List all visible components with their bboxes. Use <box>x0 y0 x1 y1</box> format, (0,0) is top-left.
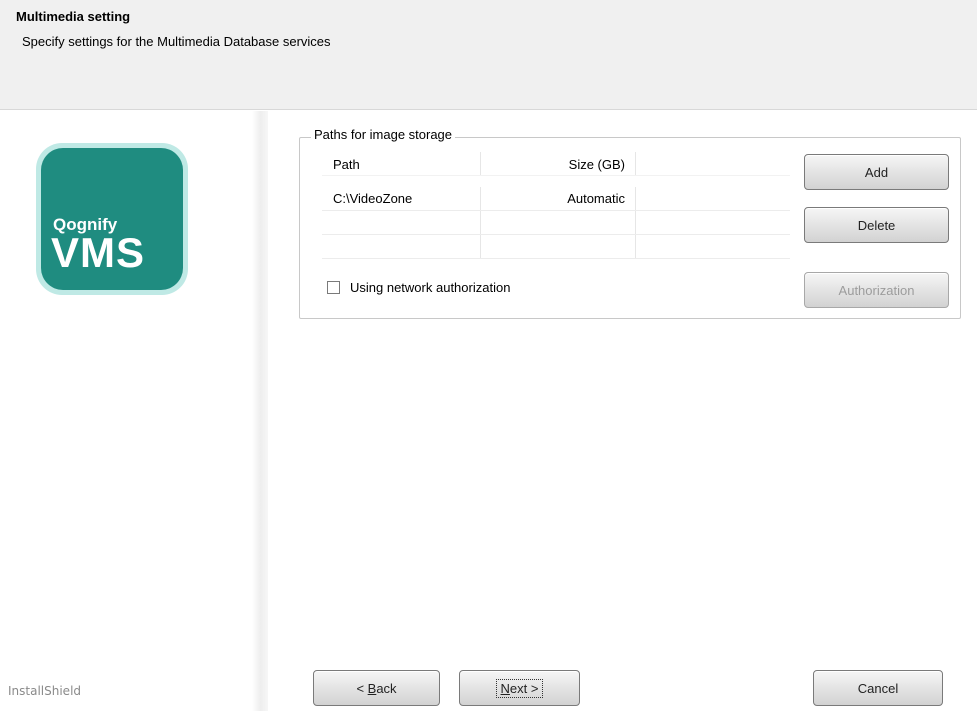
empty-cell <box>481 235 636 258</box>
column-header-size[interactable]: Size (GB) <box>481 152 636 175</box>
page-subtitle: Specify settings for the Multimedia Data… <box>22 34 331 49</box>
size-value: Automatic <box>567 191 625 206</box>
next-rest: ext > <box>509 680 539 696</box>
logo-product-text: VMS <box>51 229 146 276</box>
empty-cell <box>481 211 636 234</box>
empty-cell <box>322 235 481 258</box>
header-banner: Multimedia setting Specify settings for … <box>0 0 977 110</box>
next-focus-rect: Next > <box>495 678 544 698</box>
path-cell: C:\VideoZone <box>322 187 481 210</box>
storage-paths-table[interactable]: Path Size (GB) C:\VideoZone Automatic <box>322 152 790 260</box>
network-authorization-checkbox[interactable] <box>327 280 340 294</box>
back-prefix: < <box>356 680 368 696</box>
back-rest: ack <box>376 680 397 696</box>
column-header-path-label: Path <box>333 157 360 172</box>
installshield-brand: InstallShield <box>8 684 82 698</box>
path-value: C:\VideoZone <box>333 191 413 206</box>
add-button[interactable]: Add <box>804 154 949 190</box>
table-row-empty <box>322 235 790 259</box>
cancel-button[interactable]: Cancel <box>813 670 943 706</box>
page-title: Multimedia setting <box>16 9 131 24</box>
empty-cell <box>322 211 481 234</box>
next-button[interactable]: Next > <box>459 670 580 706</box>
logo-tile: Qognify VMS <box>41 148 183 290</box>
installshield-panel <box>0 648 117 711</box>
column-header-size-label: Size (GB) <box>568 157 625 172</box>
network-authorization-option[interactable]: Using network authorization <box>327 279 510 295</box>
table-row[interactable]: C:\VideoZone Automatic <box>322 187 790 211</box>
column-header-path[interactable]: Path <box>322 152 481 175</box>
back-accelerator: B <box>367 680 377 696</box>
network-authorization-label: Using network authorization <box>350 279 511 295</box>
table-header-row: Path Size (GB) <box>322 152 790 176</box>
next-accelerator: N <box>500 680 510 696</box>
size-cell: Automatic <box>481 187 636 210</box>
back-button[interactable]: < Back <box>313 670 440 706</box>
authorization-button[interactable]: Authorization <box>804 272 949 308</box>
sidebar-divider <box>252 111 268 711</box>
paths-groupbox-label: Paths for image storage <box>311 127 456 142</box>
table-row-empty <box>322 211 790 235</box>
qognify-vms-logo: Qognify VMS <box>36 143 188 295</box>
delete-button[interactable]: Delete <box>804 207 949 243</box>
